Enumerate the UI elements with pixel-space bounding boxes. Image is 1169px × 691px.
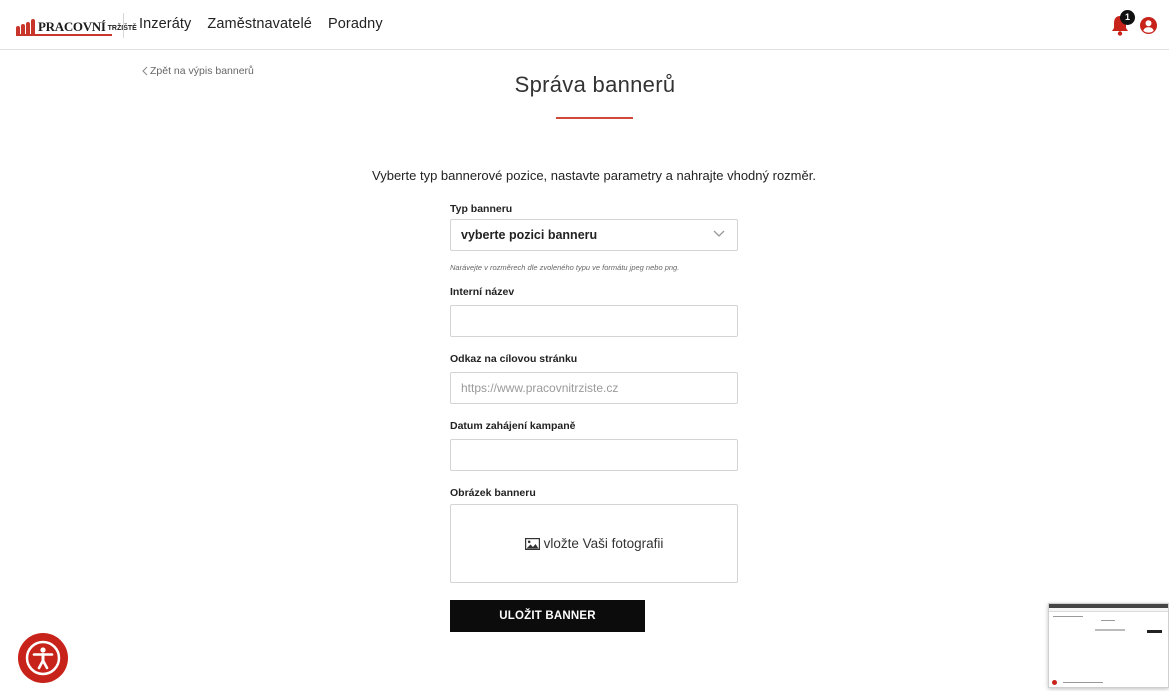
notification-badge: 1	[1120, 10, 1135, 25]
start-date-input[interactable]	[450, 439, 738, 471]
chevron-down-icon	[713, 230, 725, 237]
user-circle-icon[interactable]	[1140, 17, 1157, 34]
banner-type-select[interactable]: vyberte pozici banneru	[450, 219, 738, 251]
thumbnail-line	[1053, 616, 1083, 617]
target-url-label: Odkaz na cílovou stránku	[450, 353, 578, 365]
thumbnail-field	[1095, 629, 1125, 631]
thumbnail-line	[1063, 682, 1103, 683]
internal-name-input[interactable]	[450, 305, 738, 337]
upload-label: vložte Vaši fotografii	[543, 536, 664, 551]
site-logo[interactable]: PRACOVNÍ TRŽIŠTĚ	[16, 12, 137, 34]
start-date-label: Datum zahájení kampaně	[450, 420, 576, 432]
banner-type-value: vyberte pozici banneru	[461, 228, 598, 242]
accessibility-icon	[25, 640, 61, 676]
top-navigation-bar: PRACOVNÍ TRŽIŠTĚ Inzeráty Zaměstnavatelé…	[0, 0, 1169, 50]
banner-type-hint: Narávejte v rozměrech dle zvoleného typu…	[450, 263, 680, 272]
nav-link-poradny[interactable]: Poradny	[328, 16, 383, 32]
banner-image-upload[interactable]: vložte Vaši fotografii	[450, 504, 738, 583]
title-underline	[556, 117, 633, 119]
page-title: Správa bannerů	[514, 72, 676, 97]
header-divider	[123, 13, 124, 38]
image-icon	[524, 537, 540, 550]
nav-link-zamestnavatele[interactable]: Zaměstnavatelé	[207, 16, 312, 32]
nav-link-inzeraty[interactable]: Inzeráty	[139, 16, 191, 32]
accessibility-button[interactable]	[18, 633, 68, 683]
thumbnail-toolbar	[1049, 608, 1168, 612]
logo-text: PRACOVNÍ	[38, 19, 106, 34]
intro-text: Vyberte typ bannerové pozice, nastavte p…	[372, 168, 816, 183]
thumbnail-dot	[1052, 680, 1057, 685]
save-banner-button[interactable]: ULOŽIT BANNER	[450, 600, 645, 632]
logo-underline	[16, 34, 112, 36]
banner-type-label: Typ banneru	[450, 203, 513, 215]
internal-name-label: Interní název	[450, 286, 515, 298]
banner-image-label: Obrázek banneru	[450, 487, 536, 499]
logo-figures-icon	[16, 19, 35, 34]
target-url-input[interactable]	[450, 372, 738, 404]
thumbnail-line	[1101, 620, 1115, 621]
main-nav: Inzeráty Zaměstnavatelé Poradny	[139, 16, 383, 32]
thumbnail-button	[1147, 630, 1162, 633]
screenshot-preview-thumbnail[interactable]	[1048, 603, 1169, 688]
banner-form: Typ banneru vyberte pozici banneru Naráv…	[450, 203, 738, 583]
